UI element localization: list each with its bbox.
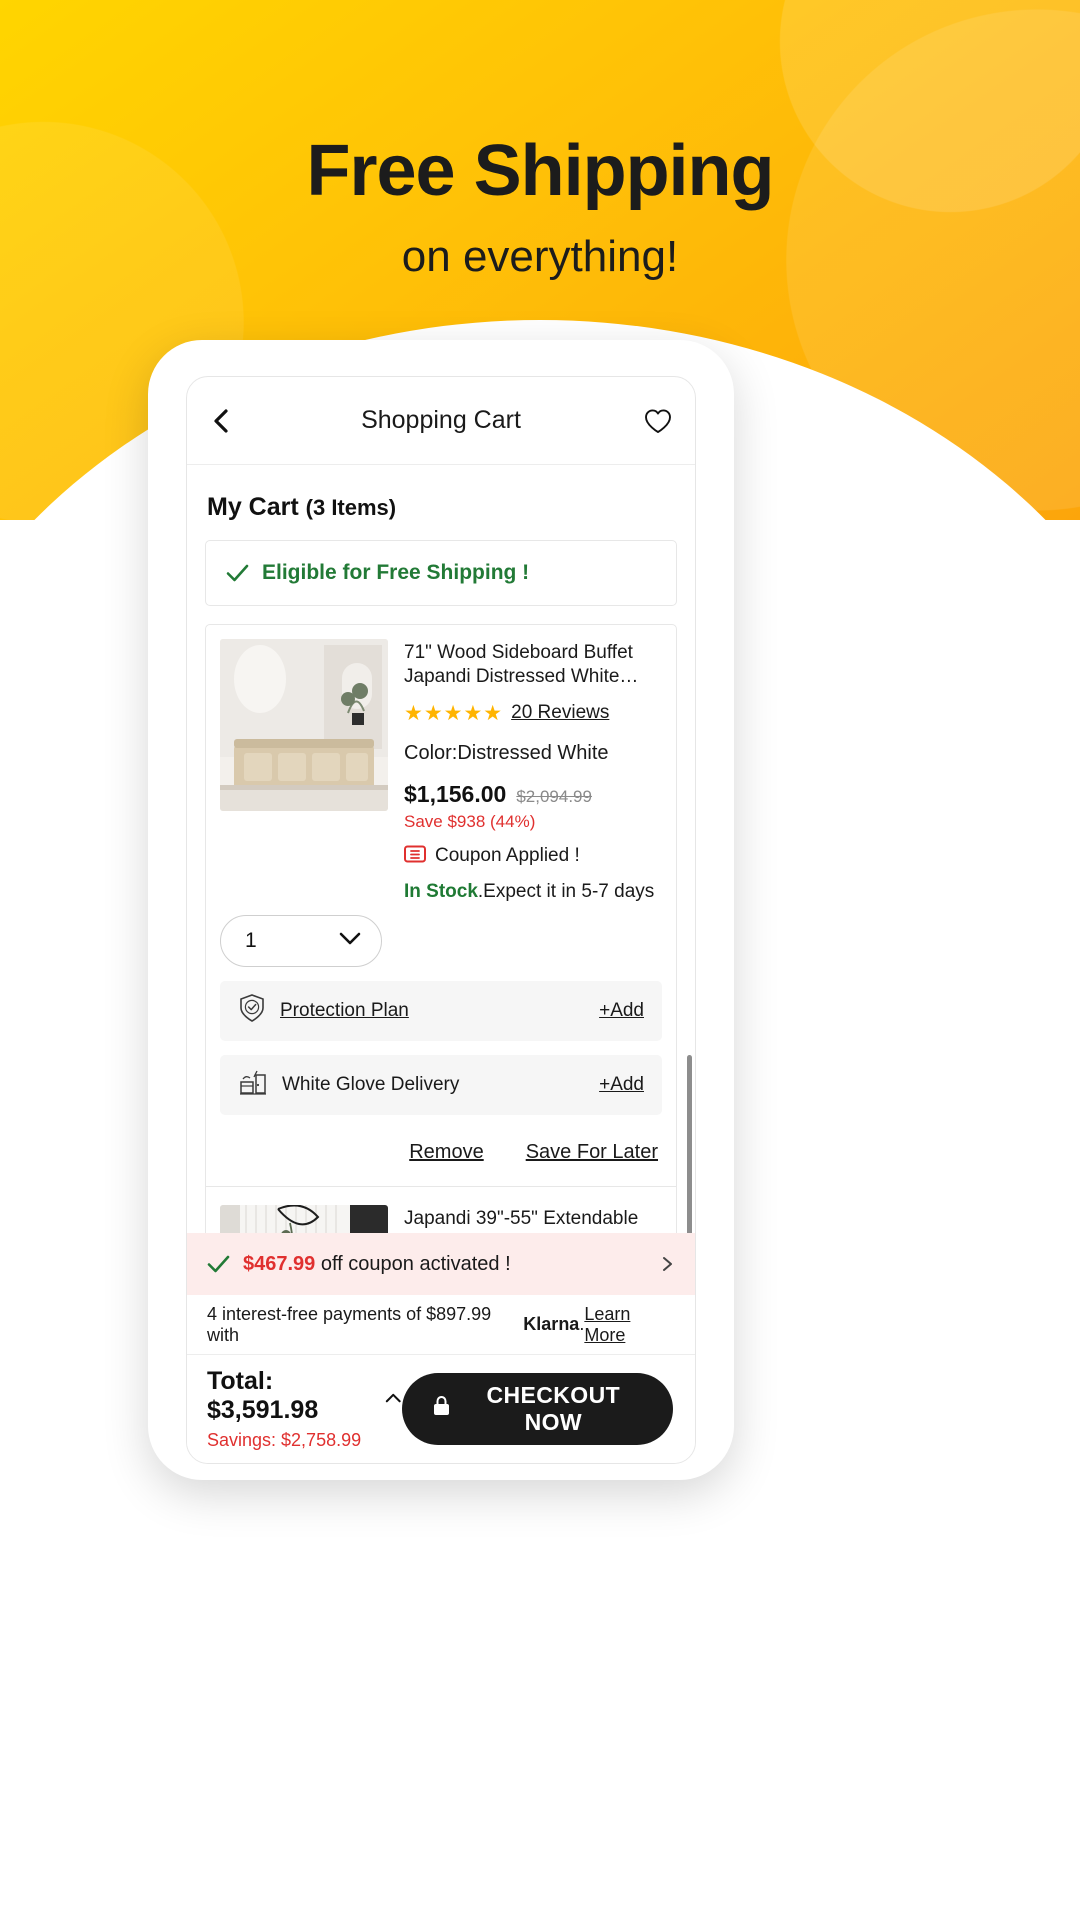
delivery-estimate: .Expect it in 5-7 days xyxy=(477,880,655,902)
promo-title: Free Shipping xyxy=(306,131,774,211)
remove-button[interactable]: Remove xyxy=(409,1141,483,1164)
quantity-value: 1 xyxy=(245,928,257,952)
item-actions-1: Remove Save For Later xyxy=(220,1115,662,1186)
price-savings: Save $938 (44%) xyxy=(404,811,536,831)
lock-icon xyxy=(432,1395,451,1423)
rating-row: ★★★★★ 20 Reviews xyxy=(404,701,662,726)
addon-add-button[interactable]: +Add xyxy=(599,1000,644,1022)
cart-heading-label: My Cart xyxy=(207,493,299,521)
cart-item-count: (3 Items) xyxy=(305,495,397,520)
star-rating-icon: ★★★★★ xyxy=(404,701,504,725)
klarna-brand: Klarna xyxy=(523,1314,580,1334)
addon-add-button[interactable]: +Add xyxy=(599,1074,644,1096)
addon-label: White Glove Delivery xyxy=(282,1073,460,1095)
chevron-right-icon[interactable] xyxy=(659,1256,675,1272)
addon-white-glove-delivery[interactable]: White Glove Delivery +Add xyxy=(220,1054,662,1115)
product-title[interactable]: 71" Wood Sideboard Buffet Japandi Distre… xyxy=(404,641,662,689)
klarna-bar: 4 interest-free payments of $897.99 with… xyxy=(187,1295,695,1355)
cart-item-1: 71" Wood Sideboard Buffet Japandi Distre… xyxy=(220,639,662,1186)
heart-icon[interactable] xyxy=(643,406,673,436)
coupon-activated-text: $467.99 off coupon activated ! xyxy=(243,1253,511,1276)
price-original: $2,094.99 xyxy=(516,786,592,806)
product-title[interactable]: Japandi 39"-55" Extendable Whitewash Din… xyxy=(404,1207,662,1233)
check-icon xyxy=(226,563,249,583)
checkout-bar: Total: $3,591.98 Savings: $2,758.99 CHEC… xyxy=(187,1355,695,1463)
reviews-link[interactable]: 20 Reviews xyxy=(511,702,609,724)
scrollbar-thumb[interactable] xyxy=(687,1055,692,1233)
price-current: $1,156.00 xyxy=(404,780,507,807)
chevron-up-icon[interactable] xyxy=(385,1391,402,1403)
total-amount: Total: $3,591.98 xyxy=(207,1367,319,1424)
cart-heading: My Cart (3 Items) xyxy=(205,465,677,540)
save-for-later-button[interactable]: Save For Later xyxy=(526,1141,658,1164)
coupon-amount: $467.99 xyxy=(243,1252,316,1275)
addon-protection-plan[interactable]: Protection Plan +Add xyxy=(220,980,662,1041)
price-row: $1,156.00 $2,094.99 xyxy=(404,781,662,808)
order-totals[interactable]: Total: $3,591.98 Savings: $2,758.99 xyxy=(207,1367,402,1451)
shield-check-icon xyxy=(238,993,266,1028)
stock-label: In Stock xyxy=(404,880,478,902)
app-screen: Shopping Cart My Cart (3 Items) Eligible… xyxy=(186,376,696,1464)
product-color: Color:Distressed White xyxy=(404,741,609,764)
coupon-applied-row: Coupon Applied ! xyxy=(404,845,662,868)
checkout-label: CHECKOUT NOW xyxy=(486,1382,621,1435)
coupon-activated-suffix: off coupon activated ! xyxy=(315,1252,511,1275)
page-title: Shopping Cart xyxy=(361,406,521,434)
free-shipping-banner: Eligible for Free Shipping ! xyxy=(205,540,677,606)
coupon-applied-text: Coupon Applied ! xyxy=(435,845,580,867)
quantity-select-1[interactable]: 1 xyxy=(220,914,382,967)
cart-item-2: Japandi 39"-55" Extendable Whitewash Din… xyxy=(220,1187,662,1233)
total-savings: Savings: $2,758.99 xyxy=(207,1430,362,1450)
coupon-activated-bar[interactable]: $467.99 off coupon activated ! xyxy=(187,1233,695,1295)
cart-scroll-area[interactable]: My Cart (3 Items) Eligible for Free Ship… xyxy=(187,465,695,1233)
klarna-text-before: 4 interest-free payments of $897.99 with xyxy=(207,1303,492,1345)
checkout-now-button[interactable]: CHECKOUT NOW xyxy=(401,1373,673,1445)
product-image-sideboard[interactable] xyxy=(220,639,388,811)
check-icon xyxy=(207,1254,230,1274)
addon-label: Protection Plan xyxy=(280,999,409,1021)
phone-mockup: Shopping Cart My Cart (3 Items) Eligible… xyxy=(148,340,734,1480)
cart-items-card: 71" Wood Sideboard Buffet Japandi Distre… xyxy=(205,624,677,1233)
delivery-box-icon xyxy=(238,1067,268,1102)
promo-subtitle: on everything! xyxy=(401,231,679,281)
chevron-down-icon xyxy=(339,932,361,950)
product-image-dining-table[interactable] xyxy=(220,1204,388,1233)
app-header: Shopping Cart xyxy=(187,377,695,465)
klarna-learn-more-link[interactable]: Learn More xyxy=(584,1304,675,1346)
free-shipping-text: Eligible for Free Shipping ! xyxy=(262,561,530,584)
coupon-ticket-icon xyxy=(404,845,426,868)
stock-status: In Stock.Expect it in 5-7 days xyxy=(404,881,662,903)
